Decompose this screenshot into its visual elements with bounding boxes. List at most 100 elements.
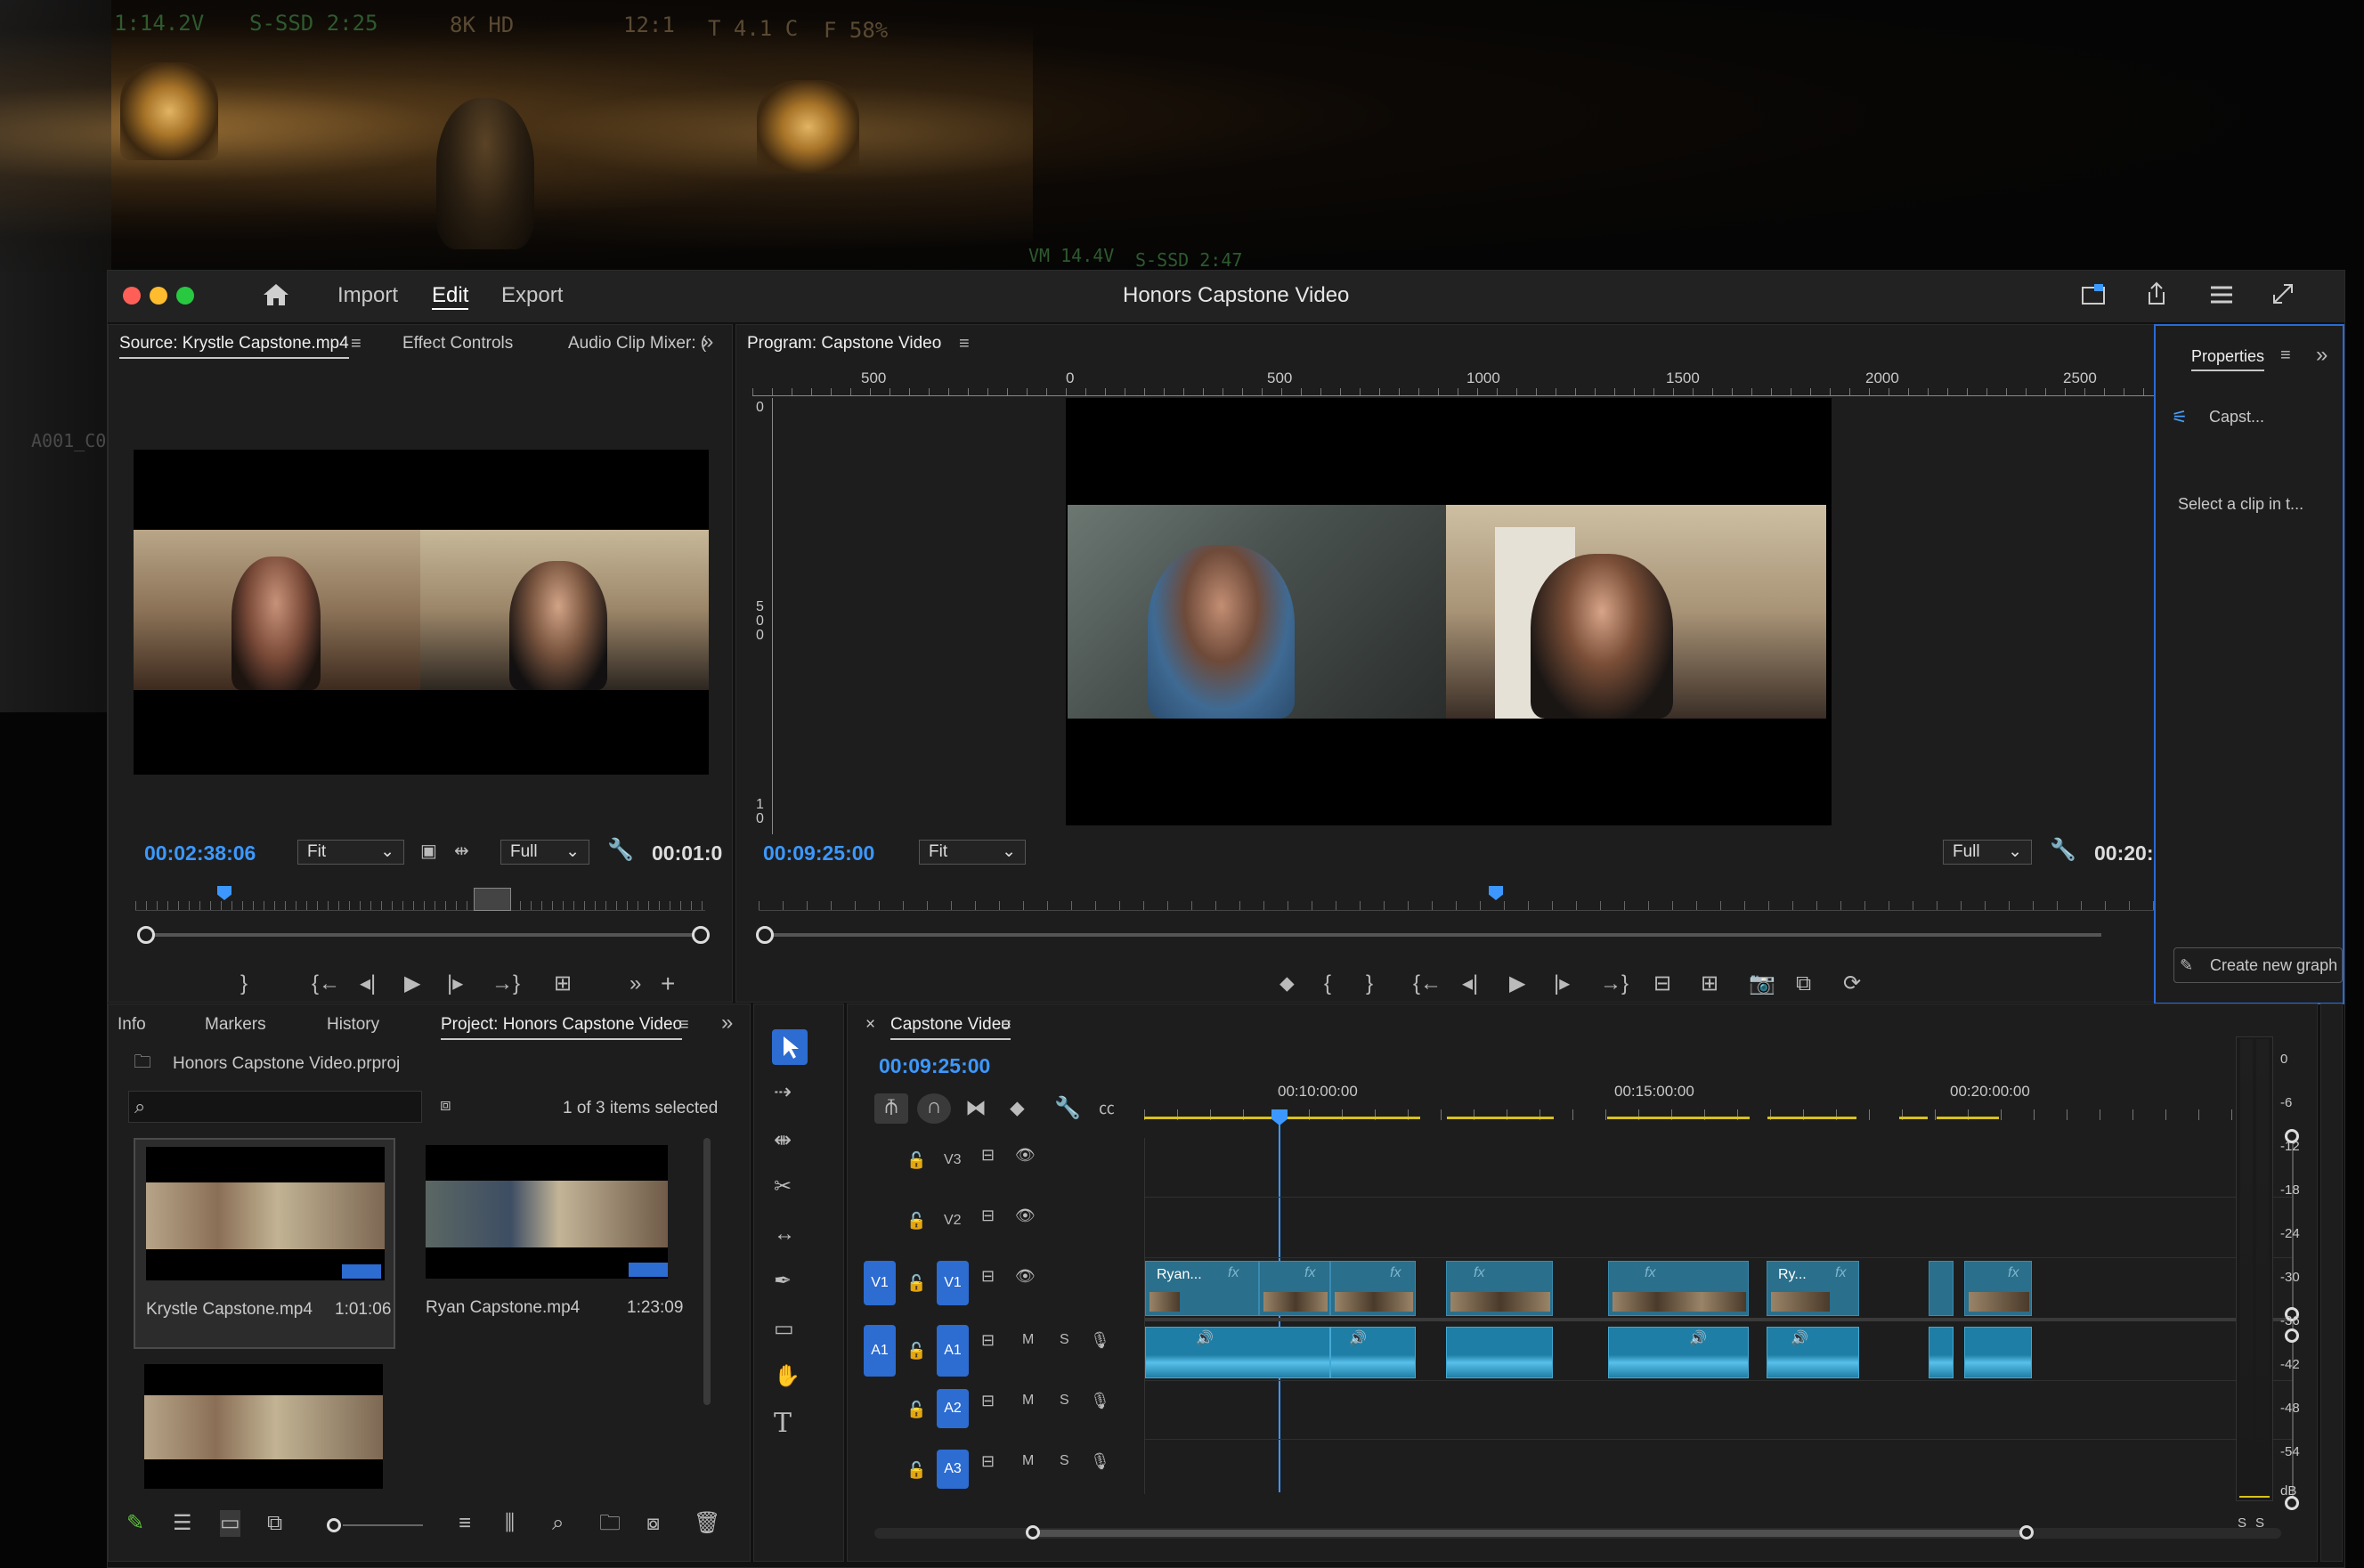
solo-button[interactable]: S [1060, 1332, 1069, 1348]
mark-in-icon[interactable]: { [1324, 971, 1331, 997]
project-item-ryan[interactable]: Ryan Capstone.mp4 1:23:09 [417, 1138, 683, 1349]
workspaces-icon[interactable] [2207, 281, 2236, 315]
type-icon[interactable]: T [774, 1410, 792, 1437]
mark-out-program-icon[interactable]: } [1366, 971, 1373, 997]
program-panel-menu-icon[interactable]: ≡ [959, 330, 970, 357]
minimize-window-button[interactable] [150, 287, 167, 305]
ripple-edit-icon[interactable]: ⇼ [774, 1127, 792, 1154]
sync-lock-icon[interactable]: ⊟ [981, 1141, 995, 1168]
razor-icon[interactable]: ✂ [774, 1174, 792, 1200]
tab-info[interactable]: Info [118, 1015, 146, 1035]
video-clip[interactable]: fx [1259, 1261, 1330, 1316]
add-marker-timeline-icon[interactable]: ⬥ [1010, 1095, 1025, 1122]
tab-source[interactable]: Source: Krystle Capstone.mp4 [119, 334, 349, 359]
track-select-icon[interactable]: ⇢ [774, 1079, 792, 1106]
zoom-window-button[interactable] [176, 287, 194, 305]
add-marker-icon[interactable]: ⬥ [1279, 971, 1295, 997]
track-target-v1[interactable]: V1 [937, 1261, 969, 1305]
sync-lock-icon[interactable]: ⊟ [981, 1202, 995, 1229]
sync-lock-icon[interactable]: ⊟ [981, 1263, 995, 1289]
settings-wrench-icon[interactable]: 🔧 [607, 837, 634, 864]
tab-properties[interactable]: Properties [2191, 347, 2265, 371]
eye-icon[interactable]: 👁 [1015, 1263, 1036, 1289]
hand-icon[interactable]: ✋ [774, 1363, 800, 1390]
source-full-dropdown[interactable]: Full ⌄ [500, 840, 589, 865]
video-clip[interactable]: fx [1964, 1261, 2032, 1316]
properties-overflow-icon[interactable]: » [2316, 342, 2327, 369]
panel-overflow-icon[interactable]: » [702, 329, 713, 355]
program-zoom-scrollbar[interactable] [761, 933, 2101, 937]
mute-button[interactable]: M [1022, 1393, 1034, 1409]
audio-clip[interactable] [1964, 1327, 2032, 1378]
create-new-graphic-button[interactable]: ✎ Create new graph [2173, 947, 2343, 983]
source-zoom-scrollbar[interactable] [142, 933, 703, 937]
tab-audio-clip-mixer[interactable]: Audio Clip Mixer: ( [568, 334, 706, 353]
lock-icon[interactable]: 🔓 [906, 1337, 926, 1364]
microphone-icon[interactable]: 🎙 [1090, 1448, 1110, 1475]
properties-menu-icon[interactable]: ≡ [2280, 342, 2291, 369]
close-window-button[interactable] [123, 287, 141, 305]
step-back-icon[interactable]: ◂| [360, 971, 376, 997]
source-patch-a1[interactable]: A1 [864, 1325, 896, 1377]
go-to-out-icon[interactable]: →} [491, 971, 520, 997]
rectangle-icon[interactable]: ▭ [774, 1316, 794, 1343]
video-clip[interactable]: fx [1330, 1261, 1416, 1316]
lock-icon[interactable]: 🔓 [906, 1396, 926, 1423]
automate-to-sequence-icon[interactable]: ⫼ [505, 1510, 515, 1537]
lock-icon[interactable]: 🔓 [906, 1457, 926, 1483]
tab-effect-controls[interactable]: Effect Controls [402, 334, 513, 353]
tab-sequence[interactable]: Capstone Video [890, 1015, 1011, 1040]
track-target-a1[interactable]: A1 [937, 1325, 969, 1377]
safe-margins-icon[interactable]: ▣ [420, 838, 437, 865]
export-frame-camera-icon[interactable]: 📷 [1749, 971, 1775, 997]
new-bin-icon[interactable]: 🗀 [599, 1510, 621, 1537]
program-timecode[interactable]: 00:09:25:00 [763, 841, 874, 865]
timeline-menu-icon[interactable]: ≡ [1001, 1011, 1011, 1038]
play-program-icon[interactable]: ▶ [1509, 971, 1525, 997]
audio-clip[interactable]: 🔊 [1330, 1327, 1416, 1378]
timeline-zoom-knob-right[interactable] [2019, 1525, 2034, 1540]
insert-overwrite-icon[interactable]: ⫚ [874, 1093, 908, 1124]
audio-clip[interactable]: 🔊 [1767, 1327, 1859, 1378]
project-item-sequence[interactable] [134, 1361, 395, 1494]
project-menu-icon[interactable]: ≡ [678, 1011, 689, 1038]
program-scroll-knob-left[interactable] [756, 926, 774, 944]
project-scrollbar[interactable] [703, 1138, 711, 1405]
tab-project[interactable]: Project: Honors Capstone Video [441, 1015, 683, 1040]
comparison-view-icon[interactable]: ⧉ [1796, 971, 1811, 997]
mark-out-icon[interactable]: } [240, 971, 248, 997]
sync-lock-icon[interactable]: ⊟ [981, 1387, 995, 1414]
pen-icon[interactable]: ✒ [774, 1268, 792, 1295]
microphone-icon[interactable]: 🎙 [1090, 1327, 1110, 1353]
meter-solo-right[interactable]: S [2255, 1515, 2264, 1531]
timeline-ruler[interactable]: 00:10:00:00 00:15:00:00 00:20:00:00 [1144, 1083, 2293, 1120]
mute-button[interactable]: M [1022, 1332, 1034, 1348]
meter-solo-left[interactable]: S [2238, 1515, 2246, 1531]
linked-selection-icon[interactable]: ⧓ [965, 1095, 987, 1122]
program-settings-wrench-icon[interactable]: 🔧 [2050, 837, 2076, 864]
solo-button[interactable]: S [1060, 1393, 1069, 1409]
insert-icon[interactable]: ⇹ [454, 838, 469, 865]
scroll-knob[interactable] [2285, 1328, 2299, 1343]
timeline-settings-wrench-icon[interactable]: 🔧 [1054, 1095, 1081, 1122]
audio-clip[interactable]: 🔊 [1145, 1327, 1330, 1378]
track-target-a3[interactable]: A3 [937, 1450, 969, 1489]
video-clip[interactable]: fx [1608, 1261, 1749, 1316]
source-scroll-knob-right[interactable] [692, 926, 710, 944]
solo-button[interactable]: S [1060, 1453, 1069, 1469]
multicam-icon[interactable]: ⟳ [1843, 971, 1861, 997]
add-button-icon[interactable]: + [661, 971, 675, 997]
lock-icon[interactable]: 🔓 [906, 1270, 926, 1296]
sort-icon[interactable]: ≡ [459, 1510, 471, 1537]
project-overflow-icon[interactable]: » [721, 1010, 733, 1036]
source-timecode[interactable]: 00:02:38:06 [144, 841, 256, 865]
lift-icon[interactable]: ⊟ [1653, 971, 1671, 997]
source-panel-menu-icon[interactable]: ≡ [351, 330, 362, 357]
home-icon[interactable] [262, 281, 290, 313]
list-view-icon[interactable]: ☰ [173, 1510, 192, 1537]
tab-markers[interactable]: Markers [205, 1015, 266, 1035]
source-scroll-knob-left[interactable] [137, 926, 155, 944]
icon-view-icon[interactable]: ▭ [220, 1510, 240, 1537]
close-sequence-icon[interactable]: × [865, 1015, 875, 1035]
source-patch-v1[interactable]: V1 [864, 1261, 896, 1305]
